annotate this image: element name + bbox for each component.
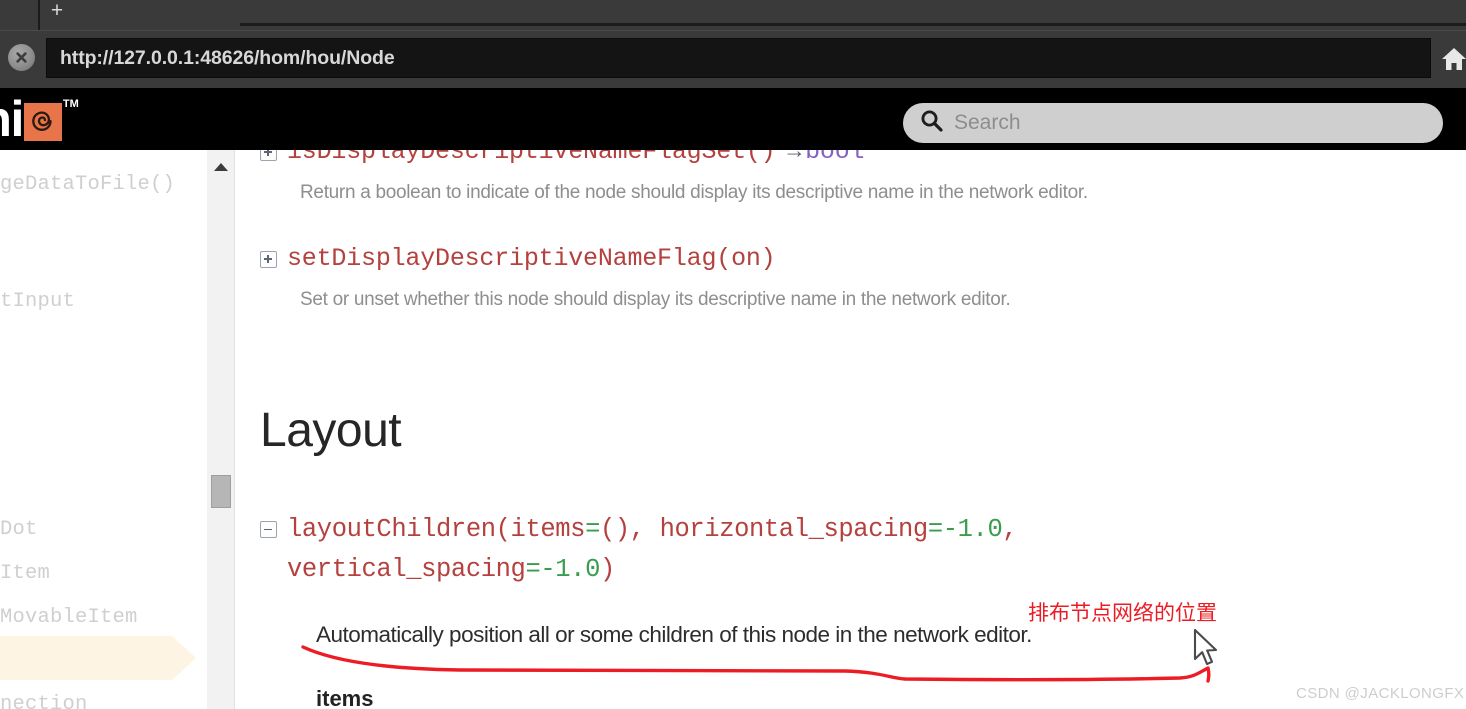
houdini-wordmark: dini bbox=[0, 91, 24, 147]
sidebar-scrollbar-thumb[interactable] bbox=[211, 475, 231, 508]
csdn-watermark: CSDN @JACKLONGFX bbox=[1296, 685, 1465, 702]
api-method-name-1: setDisplayDescriptiveNameFlag(on) bbox=[287, 244, 776, 273]
method-sig-op-2: = bbox=[927, 515, 943, 544]
browser-chrome: + bbox=[0, 0, 1466, 88]
page-body: geDataToFile() tInput Dot Item MovableIt… bbox=[0, 150, 1466, 709]
api-signature-0[interactable]: isDisplayDescriptiveNameFlagSet() → bool bbox=[260, 150, 865, 167]
address-bar-input[interactable] bbox=[46, 38, 1431, 78]
tab-divider bbox=[38, 0, 40, 30]
chinese-annotation-note: 排布节点网络的位置 bbox=[1028, 601, 1217, 625]
method-sig-part-2: (), horizontal_spacing bbox=[599, 515, 928, 544]
search-box[interactable] bbox=[903, 103, 1443, 143]
method-sig-part-5: ) bbox=[599, 555, 615, 584]
method-sig-op-1: = bbox=[585, 515, 600, 544]
method-sig-num-1: -1.0 bbox=[942, 515, 1003, 544]
sidebar-item-5[interactable]: nection bbox=[0, 692, 207, 709]
sidebar-item-0[interactable]: geDataToFile() bbox=[0, 172, 207, 198]
expand-plus-icon[interactable] bbox=[260, 150, 277, 161]
parameter-label-items: items bbox=[316, 686, 374, 709]
method-description: Automatically position all or some child… bbox=[316, 622, 1032, 647]
api-return-type-0: bool bbox=[805, 150, 865, 166]
stop-icon[interactable] bbox=[8, 44, 35, 71]
api-entry-0: isDisplayDescriptiveNameFlagSet() → bool bbox=[260, 150, 865, 167]
api-method-name-0: isDisplayDescriptiveNameFlagSet() bbox=[287, 150, 776, 166]
browser-toolbar bbox=[0, 30, 1466, 88]
collapse-minus-icon[interactable] bbox=[260, 521, 277, 538]
sidebar-nav: geDataToFile() tInput Dot Item MovableIt… bbox=[0, 150, 207, 709]
method-signature-layoutchildren[interactable]: layoutChildren(items=(), horizontal_spac… bbox=[260, 510, 1018, 590]
method-sig-part-4: vertical_spacing bbox=[287, 555, 526, 584]
trademark-symbol: TM bbox=[62, 98, 79, 110]
chevron-up-icon[interactable] bbox=[213, 159, 229, 171]
tab-underline bbox=[240, 23, 1466, 26]
documentation-content: isDisplayDescriptiveNameFlagSet() → bool… bbox=[236, 150, 1466, 709]
api-description-0: Return a boolean to indicate of the node… bbox=[300, 182, 1088, 203]
browser-tabstrip: + bbox=[0, 0, 1466, 30]
home-icon[interactable] bbox=[1441, 45, 1466, 73]
api-entry-1: setDisplayDescriptiveNameFlag(on) bbox=[260, 244, 776, 274]
sidebar-item-selected[interactable] bbox=[0, 636, 196, 680]
houdini-spiral-icon bbox=[23, 103, 62, 141]
screenshot-root: + dini TM bbox=[0, 0, 1466, 709]
sidebar-scrollbar[interactable] bbox=[207, 150, 235, 709]
method-sig-num-2: -1.0 bbox=[540, 555, 600, 584]
return-arrow-icon: → bbox=[787, 150, 802, 165]
page-section-heading: Layout bbox=[260, 404, 402, 457]
search-input[interactable] bbox=[954, 111, 1443, 135]
new-tab-button[interactable]: + bbox=[44, 0, 70, 26]
method-sig-part-1: layoutChildren(items bbox=[287, 515, 586, 544]
api-description-1: Set or unset whether this node should di… bbox=[300, 289, 1011, 310]
method-sig-op-3: = bbox=[525, 555, 541, 584]
method-sig-part-3: , bbox=[1002, 515, 1018, 544]
sidebar-item-4[interactable]: MovableItem bbox=[0, 605, 207, 631]
sidebar-item-3[interactable]: Item bbox=[0, 561, 207, 587]
expand-plus-icon[interactable] bbox=[260, 250, 277, 268]
houdini-logo[interactable]: dini TM bbox=[0, 92, 79, 146]
sidebar-item-1[interactable]: tInput bbox=[0, 289, 207, 315]
search-icon bbox=[919, 108, 944, 138]
api-signature-1[interactable]: setDisplayDescriptiveNameFlag(on) bbox=[260, 244, 776, 274]
sidebar-item-2[interactable]: Dot bbox=[0, 517, 207, 543]
